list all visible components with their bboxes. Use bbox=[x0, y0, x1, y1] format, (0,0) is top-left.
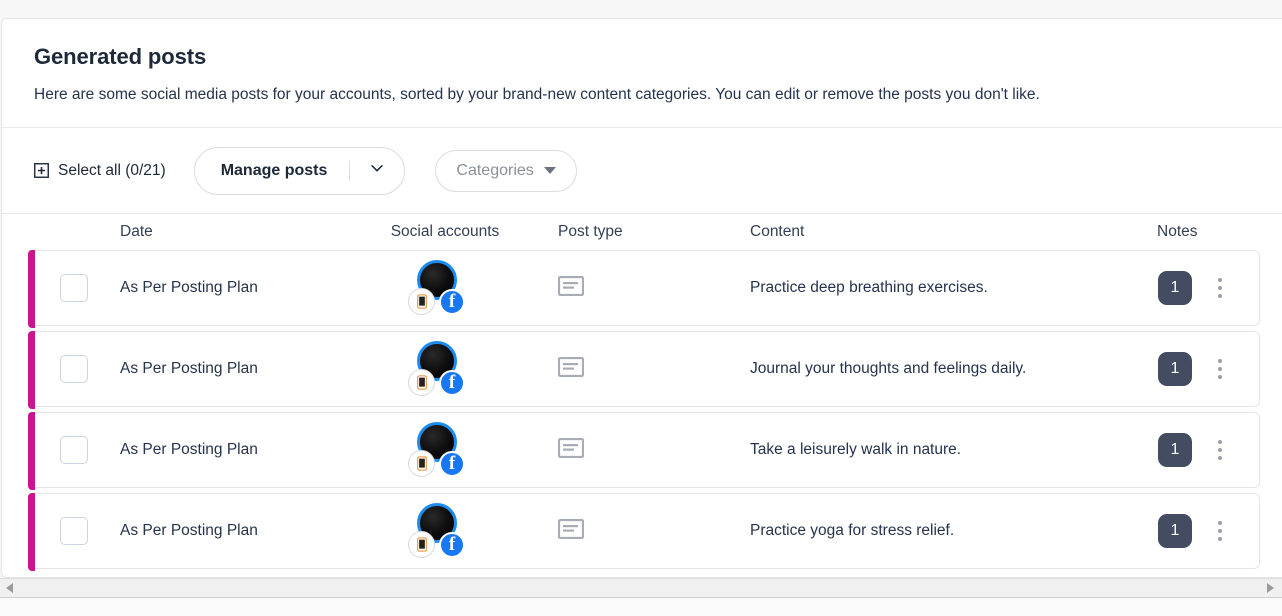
scroll-left-arrow-icon[interactable] bbox=[6, 583, 13, 593]
manage-posts-label: Manage posts bbox=[220, 161, 328, 179]
header-post-type: Post type bbox=[558, 223, 623, 240]
text-post-icon bbox=[557, 356, 585, 381]
text-post-icon bbox=[557, 275, 585, 300]
caret-down-icon bbox=[543, 167, 556, 174]
header-notes: Notes bbox=[1157, 223, 1198, 240]
row-checkbox[interactable] bbox=[60, 355, 88, 383]
row-notes-cell: 1 bbox=[1144, 433, 1259, 467]
header-date: Date bbox=[120, 223, 153, 240]
row-social-accounts: f bbox=[350, 503, 540, 559]
row-post-type bbox=[540, 356, 740, 382]
manage-posts-button[interactable]: Manage posts bbox=[195, 148, 350, 194]
row-select-cell bbox=[34, 274, 110, 302]
posts-table: Date Social accounts Post type Content N… bbox=[2, 214, 1282, 571]
mobile-icon bbox=[408, 531, 435, 558]
horizontal-scrollbar[interactable] bbox=[0, 578, 1282, 598]
categories-label: Categories bbox=[456, 161, 534, 179]
text-post-icon bbox=[557, 518, 585, 543]
row-date: As Per Posting Plan bbox=[120, 360, 258, 377]
row-checkbox[interactable] bbox=[60, 274, 88, 302]
row-content: Practice yoga for stress relief. bbox=[750, 522, 955, 539]
select-all-label: Select all (0/21) bbox=[58, 161, 166, 179]
table-row[interactable]: As Per Posting Plan f bbox=[28, 493, 1260, 571]
row-checkbox[interactable] bbox=[60, 436, 88, 464]
categories-button[interactable]: Categories bbox=[435, 149, 577, 192]
row-notes-cell: 1 bbox=[1144, 352, 1259, 386]
manage-posts-button-group: Manage posts bbox=[193, 146, 406, 195]
row-social-accounts: f bbox=[350, 341, 540, 397]
row-notes-cell: 1 bbox=[1144, 271, 1259, 305]
row-select-cell bbox=[34, 355, 110, 383]
header-social-accounts: Social accounts bbox=[390, 223, 500, 240]
generated-posts-card: Generated posts Here are some social med… bbox=[1, 18, 1282, 578]
row-category-accent bbox=[28, 412, 35, 490]
facebook-icon: f bbox=[439, 532, 465, 558]
row-post-type bbox=[540, 275, 740, 301]
table-row[interactable]: As Per Posting Plan f bbox=[28, 250, 1260, 328]
row-social-accounts: f bbox=[350, 422, 540, 478]
row-notes-cell: 1 bbox=[1144, 514, 1259, 548]
table-row[interactable]: As Per Posting Plan f bbox=[28, 412, 1260, 490]
facebook-icon: f bbox=[439, 451, 465, 477]
notes-count-badge[interactable]: 1 bbox=[1158, 433, 1192, 467]
text-post-icon bbox=[557, 437, 585, 462]
row-content: Take a leisurely walk in nature. bbox=[750, 441, 962, 458]
row-select-cell bbox=[34, 436, 110, 464]
row-date: As Per Posting Plan bbox=[120, 441, 258, 458]
facebook-icon: f bbox=[439, 289, 465, 315]
scroll-right-arrow-icon[interactable] bbox=[1267, 583, 1274, 593]
row-category-accent bbox=[28, 250, 35, 328]
kebab-menu-icon[interactable] bbox=[1212, 355, 1228, 383]
mobile-icon bbox=[408, 450, 435, 477]
manage-posts-dropdown-toggle[interactable] bbox=[350, 148, 404, 194]
notes-count-badge[interactable]: 1 bbox=[1158, 514, 1192, 548]
row-content: Practice deep breathing exercises. bbox=[750, 279, 988, 296]
notes-count-badge[interactable]: 1 bbox=[1158, 271, 1192, 305]
row-checkbox[interactable] bbox=[60, 517, 88, 545]
mobile-icon bbox=[408, 288, 435, 315]
plus-square-icon bbox=[34, 163, 49, 178]
kebab-menu-icon[interactable] bbox=[1212, 436, 1228, 464]
mobile-icon bbox=[408, 369, 435, 396]
row-date: As Per Posting Plan bbox=[120, 522, 258, 539]
row-category-accent bbox=[28, 493, 35, 571]
select-all-control[interactable]: Select all (0/21) bbox=[34, 162, 166, 180]
notes-count-badge[interactable]: 1 bbox=[1158, 352, 1192, 386]
row-post-type bbox=[540, 518, 740, 544]
row-category-accent bbox=[28, 331, 35, 409]
table-row[interactable]: As Per Posting Plan f bbox=[28, 331, 1260, 409]
table-body: As Per Posting Plan f Practice deep brea… bbox=[2, 250, 1282, 571]
page-subtitle: Here are some social media posts for you… bbox=[34, 86, 1040, 103]
row-select-cell bbox=[34, 517, 110, 545]
kebab-menu-icon[interactable] bbox=[1212, 274, 1228, 302]
table-header-row: Date Social accounts Post type Content N… bbox=[2, 214, 1282, 250]
page-title: Generated posts bbox=[34, 44, 207, 69]
chevron-down-icon bbox=[368, 159, 386, 182]
page-bottom-area bbox=[0, 598, 1282, 616]
page-root: Generated posts Here are some social med… bbox=[0, 0, 1282, 616]
kebab-menu-icon[interactable] bbox=[1212, 517, 1228, 545]
card-header: Generated posts Here are some social med… bbox=[2, 19, 1282, 128]
toolbar: Select all (0/21) Manage posts Categorie… bbox=[2, 128, 1282, 214]
row-date: As Per Posting Plan bbox=[120, 279, 258, 296]
facebook-icon: f bbox=[439, 370, 465, 396]
header-content: Content bbox=[750, 223, 805, 240]
row-social-accounts: f bbox=[350, 260, 540, 316]
row-content: Journal your thoughts and feelings daily… bbox=[750, 360, 1027, 377]
row-post-type bbox=[540, 437, 740, 463]
